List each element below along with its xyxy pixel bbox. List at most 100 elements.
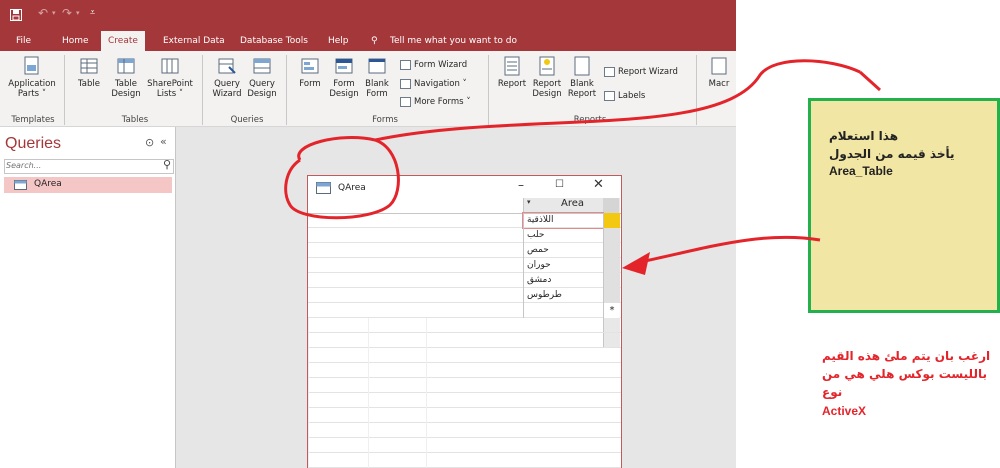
save-icon[interactable] [10,9,22,21]
nav-item-qarea[interactable]: QArea [4,177,172,193]
title-bar: ↶ ▾ ↷ ▾ ⩡ [0,0,736,31]
table-row [308,453,621,468]
area-cell[interactable]: طرطوس [523,288,603,303]
group-forms: Forms [372,115,398,125]
grid-line [426,408,427,423]
tab-create[interactable]: Create [101,31,145,51]
grid-line [308,393,309,408]
collapse-pane-icon[interactable]: « [160,135,167,148]
query-design-button[interactable]: Query Design [246,56,278,99]
grid-line [368,333,369,348]
grid-line [368,408,369,423]
area-cell[interactable]: حمص [523,243,603,258]
query-design-icon [253,58,271,74]
record-selector[interactable] [603,213,620,228]
navigation-button[interactable]: Navigation ˅ [400,79,467,89]
sharepoint-lists-icon [161,58,179,74]
nav-search-box[interactable]: ⚲ [4,158,174,174]
maximize-icon[interactable]: ☐ [555,179,564,190]
tab-database-tools[interactable]: Database Tools [240,31,308,51]
record-selector[interactable] [603,243,620,258]
form-button[interactable]: Form [297,56,323,89]
area-cell[interactable]: دمشق [523,273,603,288]
new-record-marker[interactable]: * [603,303,620,318]
navigation-icon [400,79,411,89]
labels-icon [604,91,615,101]
table-design-button[interactable]: Table Design [110,56,142,99]
grid-line [426,438,427,453]
labels-button[interactable]: Labels [604,91,645,101]
report-design-button[interactable]: Report Design [530,56,564,99]
grid-line [426,333,427,348]
undo-icon[interactable]: ↶ [38,6,48,20]
tab-external-data[interactable]: External Data [163,31,225,51]
area-cell[interactable]: اللاذقية [522,212,604,229]
area-cell[interactable]: حلب [523,228,603,243]
redo-dropdown-icon[interactable]: ▾ [76,9,80,17]
application-parts-label2: Parts ˅ [17,89,47,99]
blank-form-button[interactable]: Blank Form [362,56,392,99]
tab-help[interactable]: Help [328,31,349,51]
table-row [308,393,621,408]
more-forms-icon [400,97,411,107]
lightbulb-icon: ⚲ [371,36,378,46]
table-row [308,378,621,393]
undo-dropdown-icon[interactable]: ▾ [52,9,56,17]
blank-report-label2: Report [567,89,597,99]
tell-me-search[interactable]: Tell me what you want to do [390,31,517,51]
sort-dropdown-icon[interactable]: ▾ [527,198,531,206]
sharepoint-lists-button[interactable]: SharePoint Lists ˅ [144,56,196,99]
minimize-icon[interactable]: – [518,178,524,192]
record-selector[interactable] [603,228,620,243]
table-icon [80,58,98,74]
table-row: اللاذقية [308,212,621,229]
blank-form-label: Blank [365,79,389,89]
macro-button[interactable]: Macr [702,56,736,89]
grid-line [426,378,427,393]
redo-icon[interactable]: ↷ [62,6,72,20]
tab-file[interactable]: File [16,31,31,51]
area-cell[interactable]: حوران [523,258,603,273]
note-line-2: يأخذ قيمه من الجدول [829,147,955,161]
grid-line [308,348,309,363]
blank-report-icon [574,56,590,76]
tab-home[interactable]: Home [62,31,89,51]
grid-line [308,408,309,423]
more-forms-button[interactable]: More Forms ˅ [400,97,471,107]
query-wizard-button[interactable]: Query Wizard [210,56,244,99]
report-wizard-button[interactable]: Report Wizard [604,67,678,77]
nav-search-input[interactable] [6,160,156,171]
table-button[interactable]: Table [76,56,102,89]
blank-form-label2: Form [366,89,388,99]
select-all-corner[interactable] [603,198,619,213]
table-row [308,333,621,348]
group-templates: Templates [11,115,55,125]
grid-line [426,363,427,378]
note-line-3: Area_Table [829,164,893,178]
application-parts-label: Application [8,79,56,89]
new-record-cell[interactable] [523,303,603,318]
form-wizard-button[interactable]: Form Wizard [400,60,467,70]
record-selector[interactable] [603,258,620,273]
application-parts-button[interactable]: Application Parts ˅ [6,56,58,99]
form-label: Form [299,79,321,89]
close-icon[interactable]: ✕ [593,177,604,192]
grid-line [368,393,369,408]
search-icon[interactable]: ⚲ [163,158,171,171]
query-wizard-icon [218,58,236,74]
record-selector[interactable] [603,273,620,288]
macro-label: Macr [708,79,730,89]
report-button[interactable]: Report [497,56,527,89]
annotation-note-box: هذا استعلام يأخذ قيمه من الجدول Area_Tab… [808,98,1000,313]
blank-report-button[interactable]: Blank Report [566,56,598,99]
grid-line [368,363,369,378]
customize-icon[interactable]: ⩡ [90,8,95,18]
form-wizard-label: Form Wizard [414,60,468,70]
group-separator [64,55,65,125]
query-window-icon [316,182,331,194]
query-window: QArea – ☐ ✕ ▾ Area اللاذقية حلب حمص حوران دم… [307,175,622,468]
form-design-button[interactable]: Form Design [328,56,360,99]
nav-menu-icon[interactable]: ⊙ [145,136,154,149]
record-selector[interactable] [603,288,620,303]
column-header-area[interactable]: ▾ Area [523,198,603,213]
